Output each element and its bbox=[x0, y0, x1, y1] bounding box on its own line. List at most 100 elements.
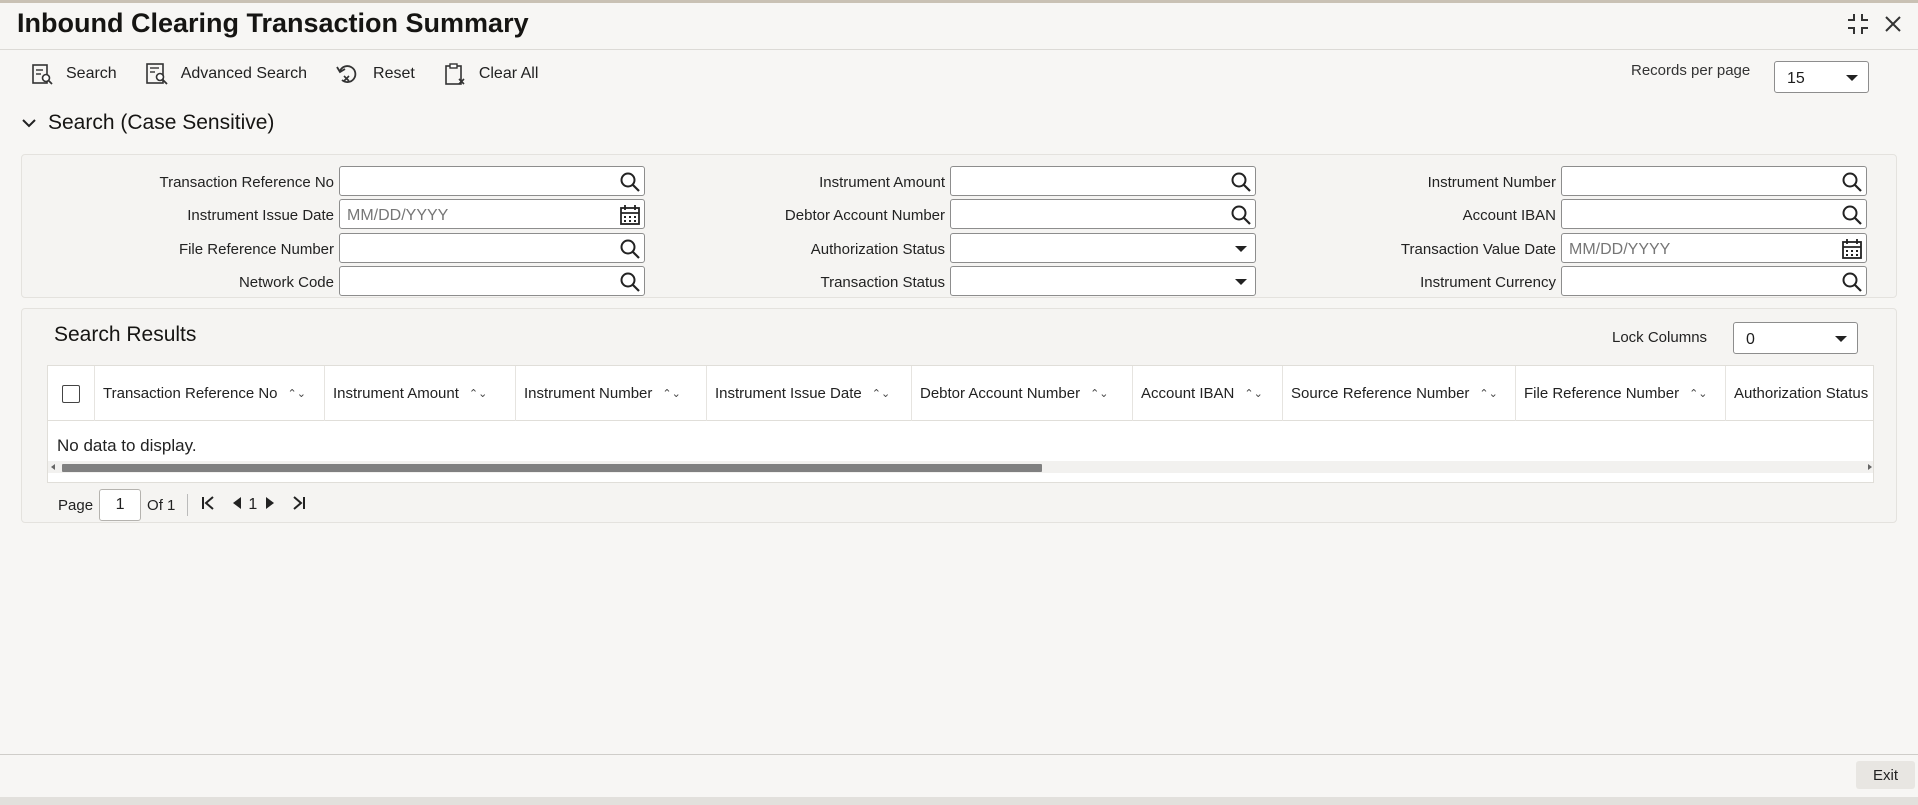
column-header-label: Debtor Account Number bbox=[920, 385, 1081, 402]
network-code-label: Network Code bbox=[238, 274, 334, 291]
clear-all-button[interactable]: Clear All bbox=[443, 60, 538, 88]
column-header[interactable]: Instrument Issue Date ⌃⌄ bbox=[707, 366, 912, 421]
sort-icon[interactable]: ⌃⌄ bbox=[1244, 387, 1262, 400]
transaction-value-date-input[interactable]: MM/DD/YYYY bbox=[1561, 233, 1867, 263]
column-header-label: Instrument Issue Date bbox=[715, 385, 862, 402]
sort-icon[interactable]: ⌃⌄ bbox=[288, 387, 306, 400]
search-icon[interactable] bbox=[619, 171, 641, 198]
clipboard-clear-icon bbox=[445, 63, 465, 85]
transaction-status-select[interactable] bbox=[950, 266, 1256, 296]
title-divider bbox=[0, 49, 1918, 50]
select-all-checkbox[interactable] bbox=[62, 385, 80, 403]
page-of-label: Of 1 bbox=[147, 496, 176, 514]
reset-icon bbox=[336, 65, 357, 83]
transaction-status-label: Transaction Status bbox=[820, 274, 945, 291]
select-all-header bbox=[48, 366, 95, 421]
file-ref-number-input[interactable] bbox=[339, 233, 645, 263]
column-header[interactable]: Instrument Number ⌃⌄ bbox=[516, 366, 707, 421]
column-header[interactable]: Debtor Account Number ⌃⌄ bbox=[912, 366, 1133, 421]
records-per-page-label: Records per page bbox=[1631, 62, 1751, 79]
chevron-down-icon bbox=[1235, 246, 1247, 252]
instrument-number-input[interactable] bbox=[1561, 166, 1867, 196]
instrument-currency-input[interactable] bbox=[1561, 266, 1867, 296]
column-header[interactable]: Authorization Status bbox=[1726, 366, 1873, 421]
instrument-amount-input[interactable] bbox=[950, 166, 1256, 196]
advanced-search-button[interactable]: Advanced Search bbox=[145, 60, 307, 88]
account-iban-input[interactable] bbox=[1561, 199, 1867, 229]
sort-icon[interactable]: ⌃⌄ bbox=[1090, 387, 1108, 400]
table-header: Transaction Reference No ⌃⌄ Instrument Am… bbox=[48, 366, 1873, 421]
minimize-icon[interactable] bbox=[1846, 12, 1870, 40]
search-icon[interactable] bbox=[1841, 204, 1863, 231]
column-header-label: Instrument Number bbox=[524, 385, 653, 402]
search-icon[interactable] bbox=[619, 271, 641, 298]
search-icon[interactable] bbox=[619, 238, 641, 265]
date-placeholder: MM/DD/YYYY bbox=[1569, 241, 1671, 258]
column-header-label: Account IBAN bbox=[1141, 385, 1235, 402]
page-label: Page bbox=[58, 496, 94, 514]
records-per-page-select[interactable]: 15 bbox=[1774, 61, 1869, 93]
bottom-strip bbox=[0, 797, 1918, 805]
network-code-input[interactable] bbox=[339, 266, 645, 296]
chevron-down-icon bbox=[1835, 336, 1847, 342]
calendar-icon[interactable] bbox=[1841, 238, 1863, 265]
search-button[interactable]: Search bbox=[30, 60, 117, 88]
scroll-right-icon[interactable] bbox=[1868, 464, 1872, 470]
horizontal-scrollbar[interactable] bbox=[48, 461, 1873, 473]
reset-button-label: Reset bbox=[373, 65, 415, 82]
column-header[interactable]: File Reference Number ⌃⌄ bbox=[1516, 366, 1726, 421]
search-section-toggle[interactable]: Search (Case Sensitive) bbox=[22, 111, 274, 135]
lock-columns-value: 0 bbox=[1746, 331, 1755, 348]
calendar-icon[interactable] bbox=[619, 204, 641, 231]
instrument-currency-label: Instrument Currency bbox=[1420, 274, 1556, 291]
account-iban-label: Account IBAN bbox=[1462, 207, 1556, 224]
search-icon[interactable] bbox=[1230, 204, 1252, 231]
first-page-icon[interactable] bbox=[200, 495, 216, 516]
sort-icon[interactable]: ⌃⌄ bbox=[469, 387, 487, 400]
column-header[interactable]: Source Reference Number ⌃⌄ bbox=[1283, 366, 1516, 421]
sort-icon[interactable]: ⌃⌄ bbox=[1689, 387, 1707, 400]
transaction-value-date-label: Transaction Value Date bbox=[1400, 241, 1556, 258]
instrument-number-label: Instrument Number bbox=[1427, 174, 1556, 191]
search-panel: Transaction Reference No Instrument Issu… bbox=[21, 154, 1897, 298]
chevron-down-icon bbox=[22, 119, 36, 128]
sort-icon[interactable]: ⌃⌄ bbox=[1479, 387, 1497, 400]
debtor-account-number-label: Debtor Account Number bbox=[784, 207, 945, 224]
debtor-account-number-input[interactable] bbox=[950, 199, 1256, 229]
pagination: Page 1 Of 1 1 bbox=[58, 489, 307, 521]
column-header[interactable]: Transaction Reference No ⌃⌄ bbox=[95, 366, 325, 421]
sort-icon[interactable]: ⌃⌄ bbox=[662, 387, 680, 400]
results-table: Transaction Reference No ⌃⌄ Instrument Am… bbox=[47, 365, 1874, 483]
page-title: Inbound Clearing Transaction Summary bbox=[17, 8, 529, 38]
instrument-issue-date-input[interactable]: MM/DD/YYYY bbox=[339, 199, 645, 229]
column-header[interactable]: Account IBAN ⌃⌄ bbox=[1133, 366, 1283, 421]
top-decorative-strip bbox=[0, 0, 1918, 3]
authorization-status-label: Authorization Status bbox=[810, 241, 945, 258]
scroll-left-icon[interactable] bbox=[51, 464, 55, 470]
exit-button[interactable]: Exit bbox=[1856, 761, 1915, 789]
search-icon[interactable] bbox=[1230, 171, 1252, 198]
column-header[interactable]: Instrument Amount ⌃⌄ bbox=[325, 366, 516, 421]
date-placeholder: MM/DD/YYYY bbox=[347, 207, 449, 224]
reset-button[interactable]: Reset bbox=[335, 60, 415, 88]
instrument-issue-date-label: Instrument Issue Date bbox=[187, 207, 334, 224]
column-header-label: Source Reference Number bbox=[1291, 385, 1470, 402]
column-header-label: Instrument Amount bbox=[333, 385, 459, 402]
txn-ref-no-input[interactable] bbox=[339, 166, 645, 196]
empty-message: No data to display. bbox=[57, 436, 197, 455]
chevron-down-icon bbox=[1846, 75, 1858, 81]
next-page-icon[interactable] bbox=[265, 496, 275, 514]
lock-columns-select[interactable]: 0 bbox=[1733, 322, 1858, 354]
authorization-status-select[interactable] bbox=[950, 233, 1256, 263]
sort-icon[interactable]: ⌃⌄ bbox=[872, 387, 890, 400]
last-page-icon[interactable] bbox=[291, 495, 307, 516]
page-number-input[interactable]: 1 bbox=[99, 489, 142, 521]
prev-page-icon[interactable] bbox=[232, 496, 242, 514]
scrollbar-thumb[interactable] bbox=[62, 464, 1042, 472]
search-icon[interactable] bbox=[1841, 271, 1863, 298]
search-icon[interactable] bbox=[1841, 171, 1863, 198]
close-icon[interactable] bbox=[1884, 15, 1902, 37]
search-doc-icon bbox=[32, 64, 53, 85]
page-link[interactable]: 1 bbox=[248, 496, 257, 514]
search-results-panel: Search Results Lock Columns 0 Transactio… bbox=[21, 308, 1897, 523]
